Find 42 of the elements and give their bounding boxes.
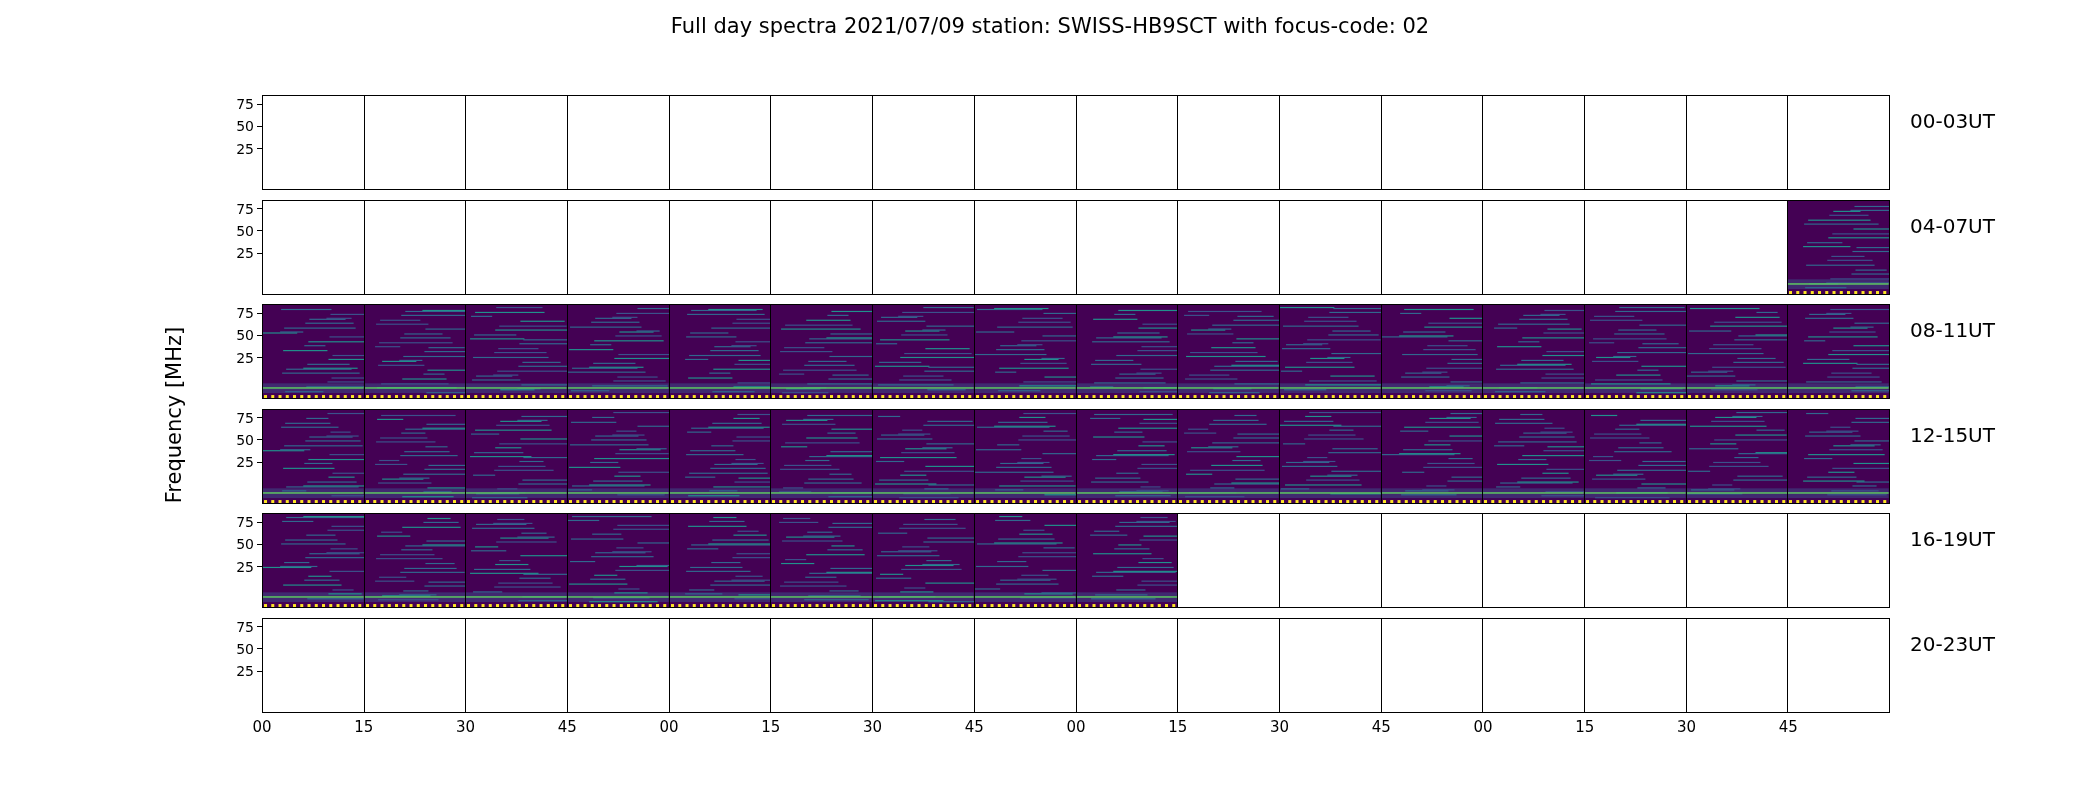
y-tick-label: 50 xyxy=(236,222,262,239)
y-tick-label: 75 xyxy=(236,305,262,322)
y-tick-label: 75 xyxy=(236,200,262,217)
figure-title: Full day spectra 2021/07/09 station: SWISS-HB9SCT with focus-code: 02 xyxy=(670,13,1430,40)
x-tick-label: 30 xyxy=(862,717,883,736)
x-tick-label: 00 xyxy=(252,717,272,736)
row-time-label: 16-19UT xyxy=(1910,527,1995,553)
x-tick-label: 30 xyxy=(455,717,476,736)
y-tick-label: 50 xyxy=(236,327,262,344)
row-time-label: 08-11UT xyxy=(1910,318,1995,344)
y-tick-label: 25 xyxy=(236,245,262,261)
x-tick-label: 15 xyxy=(1168,717,1188,736)
x-tick-label: 15 xyxy=(761,717,781,736)
x-tick-label: 00 xyxy=(1473,717,1493,736)
x-tick-label: 30 xyxy=(1269,717,1290,736)
y-tick-label: 75 xyxy=(236,618,262,635)
y-tick-label: 75 xyxy=(236,96,262,113)
y-tick-label: 50 xyxy=(236,431,262,448)
row-time-label: 12-15UT xyxy=(1910,422,1995,449)
y-tick-label: 25 xyxy=(236,558,262,575)
x-tick-label: 00 xyxy=(1066,717,1086,736)
y-tick-label: 25 xyxy=(236,140,262,157)
y-axis-label: Frequency [MHz] xyxy=(162,327,186,504)
x-tick-label: 45 xyxy=(557,717,577,736)
x-tick-label: 45 xyxy=(1778,717,1798,736)
y-tick-label: 25 xyxy=(236,349,262,366)
y-tick-label: 50 xyxy=(236,536,262,553)
y-tick-label: 50 xyxy=(236,118,262,135)
y-tick-label: 50 xyxy=(236,640,262,657)
x-tick-label: 00 xyxy=(659,717,679,736)
x-tick-label: 45 xyxy=(1371,717,1391,736)
y-tick-label: 25 xyxy=(236,454,262,470)
y-tick-label: 75 xyxy=(236,514,262,531)
x-tick-label: 15 xyxy=(1575,717,1595,736)
row-time-label: 20-23UT xyxy=(1910,631,1995,658)
y-tick-label: 75 xyxy=(236,409,262,426)
x-tick-label: 30 xyxy=(1676,717,1697,736)
y-tick-label: 25 xyxy=(236,663,262,679)
row-time-label: 00-03UT xyxy=(1910,109,1995,135)
row-time-label: 04-07UT xyxy=(1910,213,1995,240)
x-tick-label: 15 xyxy=(354,717,374,736)
x-tick-label: 45 xyxy=(964,717,984,736)
